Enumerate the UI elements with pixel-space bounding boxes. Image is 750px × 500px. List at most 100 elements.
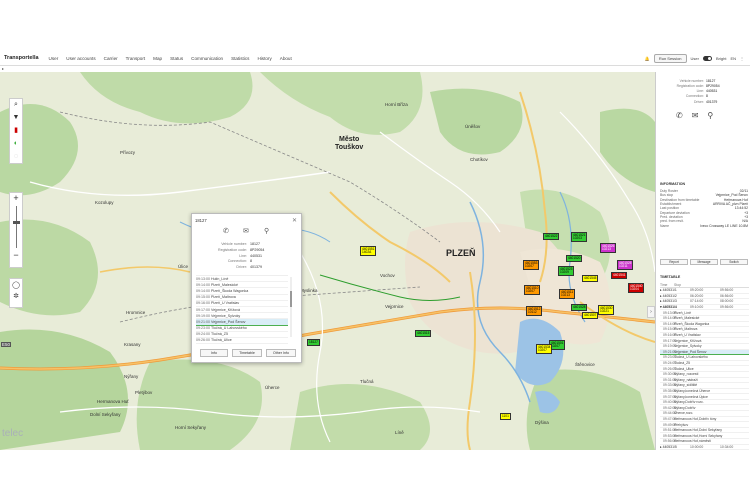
nav-item-user-accounts[interactable]: User accounts xyxy=(66,56,95,61)
locate-icon[interactable]: ◯ xyxy=(12,281,20,289)
popup-scrollbar[interactable] xyxy=(290,277,292,337)
town-label: Líně xyxy=(395,430,404,435)
phone-icon[interactable]: ✆ xyxy=(676,111,683,120)
vehicle-marker[interactable]: 4401510 10207 xyxy=(524,285,541,295)
location-pin-icon[interactable]: ⚲ xyxy=(264,227,269,235)
nav-item-statistics[interactable]: Statistics xyxy=(231,56,249,61)
tt-col-a: 09:42:00 xyxy=(663,405,677,410)
compass-icon[interactable]: ✲ xyxy=(13,292,19,300)
popup-field-label: Driver: xyxy=(236,265,247,270)
vehicle-marker[interactable]: 4401522 xyxy=(543,233,560,240)
timetable-heading: TIMETABLE xyxy=(660,275,681,279)
bell-icon[interactable]: 🔔 xyxy=(645,56,650,61)
report-button[interactable]: Report xyxy=(660,259,688,265)
run-session-button[interactable]: Run Session xyxy=(653,54,687,63)
popup-timetable-button[interactable]: Timetable xyxy=(232,349,262,357)
header-stop: Stop xyxy=(674,283,681,287)
theme-toggle[interactable] xyxy=(702,56,712,61)
switch-button[interactable]: Switch xyxy=(720,259,748,265)
search-icon[interactable]: ⌕ xyxy=(14,101,18,109)
vehicle-marker[interactable]: 4401511 10213 xyxy=(559,289,576,299)
tt-col-a: 09:23:00 xyxy=(663,355,677,360)
vehicle-marker[interactable]: 4401515 xyxy=(415,330,432,337)
panel-collapse-handle[interactable]: › xyxy=(647,306,655,318)
stop-time: 09:14:00 xyxy=(196,288,210,293)
vehicle-marker[interactable]: 4401520 xyxy=(566,255,583,262)
popup-field-row: Registration code: 8P29054 xyxy=(192,248,303,252)
popup-stop-row[interactable]: 09:26:00 Tlučná_Ulice xyxy=(196,338,288,344)
tt-col-b: Nýřany,Dobřív rozc. xyxy=(674,400,704,405)
theme-label: Bright xyxy=(715,56,727,61)
nav-item-about[interactable]: About xyxy=(280,56,292,61)
tt-col-a: 09:24:00 xyxy=(663,361,677,366)
tt-col-a: 09:31:00 xyxy=(663,377,677,382)
selected-vehicle-marker[interactable]: 18127 xyxy=(307,339,320,346)
stop-name: Plzeň_U Vratislav xyxy=(211,301,240,306)
vehicle-marker[interactable]: 4401521 10203 xyxy=(571,232,588,242)
popup-info-button[interactable]: Info xyxy=(200,349,228,357)
user-label[interactable]: User xyxy=(691,56,699,61)
tt-col-a: 09:51:00 xyxy=(663,428,677,433)
popup-other-info-button[interactable]: Other Info xyxy=(266,349,296,357)
mail-icon[interactable]: ✉ xyxy=(243,227,249,235)
pin-icon[interactable]: ◌ xyxy=(14,153,18,161)
language-flag[interactable]: EN xyxy=(730,56,736,61)
stop-name: Tlučná_Ulice xyxy=(211,338,232,343)
vehicle-marker[interactable]: 1101 xyxy=(500,413,511,420)
vehicle-marker[interactable]: 4401512 10112 xyxy=(526,306,543,316)
vehicle-marker[interactable]: 4401530 10221 xyxy=(598,305,615,315)
zoom-slider-handle[interactable] xyxy=(12,221,20,224)
nav-item-map[interactable]: Map xyxy=(153,56,162,61)
vehicle-marker[interactable]: 4401507 xyxy=(582,312,599,319)
town-label: Vochov xyxy=(380,273,395,278)
vehicle-field-label: Driver: xyxy=(694,99,704,104)
nav-item-status[interactable]: Status xyxy=(170,56,183,61)
tt-col-b: Tlučná_Ulice xyxy=(674,366,694,371)
zoom-out-button[interactable]: − xyxy=(13,250,18,261)
mail-icon[interactable]: ✉ xyxy=(692,111,699,120)
tt-col-b: 07:14:00 xyxy=(690,299,704,304)
vehicle-marker[interactable]: 4401541 xyxy=(611,272,628,279)
zoom-slider[interactable] xyxy=(12,206,20,248)
popup-stop-list[interactable]: 09:13:00 Hulín_Líně 09:14:00 Plzeň_Malesick… xyxy=(196,275,288,344)
phone-icon[interactable]: ✆ xyxy=(223,227,229,235)
map-view[interactable]: ⌕ ▼ ▮ ◐ ◌ + − ◯ ✲ Přívozy Kozolupy Úlice Hr… xyxy=(0,72,655,450)
vehicle-marker[interactable]: 4401540 10204 xyxy=(628,283,645,293)
close-icon[interactable]: ✕ xyxy=(292,217,297,224)
tt-col-a: 09:56:00 xyxy=(663,439,677,444)
nav-item-user[interactable]: User xyxy=(49,56,59,61)
vehicle-marker[interactable]: 4401528 xyxy=(571,304,588,311)
popup-field-value: 440531 xyxy=(250,253,262,258)
tt-col-a: 09:53:00 xyxy=(663,433,677,438)
zoom-in-button[interactable]: + xyxy=(13,193,18,204)
town-label: Hromnice xyxy=(126,310,146,315)
vehicle-marker[interactable]: 4401523 10209 xyxy=(558,266,575,276)
nav-item-carrier[interactable]: Carrier xyxy=(104,56,118,61)
nav-item-history[interactable]: History xyxy=(257,56,271,61)
layers-icon[interactable]: ◐ xyxy=(14,140,18,148)
more-icon[interactable]: ⋮ xyxy=(740,56,744,61)
vehicle-marker[interactable]: 4401525 10211 xyxy=(617,260,634,270)
stop-time: 09:26:00 xyxy=(196,338,210,343)
timetable-connection-row[interactable]: ▸ 440531/5 10:00:00 10:34:00 xyxy=(660,445,749,450)
tt-col-a: 09:16:00 xyxy=(663,333,677,338)
nav-item-transport[interactable]: Transport xyxy=(126,56,146,61)
vehicle-marker[interactable]: 4401534 10207 xyxy=(536,344,553,354)
message-button[interactable]: Message xyxy=(690,259,718,265)
vehicle-marker[interactable]: 4401551 1402A xyxy=(360,246,377,256)
vehicle-field-row: Vehicle number: 18127 xyxy=(656,78,750,83)
town-label: Dolní Sekyřany xyxy=(90,412,121,417)
location-pin-icon[interactable]: ⚲ xyxy=(707,111,713,120)
tt-col-b: Heřmanova Huť,Dobřív tóny xyxy=(674,416,717,421)
vehicle-marker[interactable]: 4401553 10207 xyxy=(523,260,540,270)
filter-icon[interactable]: ▼ xyxy=(13,114,20,122)
stop-name: Plzeň_Malesické xyxy=(211,282,238,287)
tt-col-b: Vejprnice_Pod Šenov xyxy=(674,349,707,354)
nav-item-communication[interactable]: Communication xyxy=(191,56,223,61)
vehicle-marker[interactable]: 4401526 10213 xyxy=(600,243,617,253)
stop-time: 09:15:00 xyxy=(196,295,210,300)
tt-col-c: 06:56:00 xyxy=(720,293,734,298)
tt-col-b: Heřmanova Huť,náměstí xyxy=(674,439,712,444)
vehicle-marker[interactable]: 4401545 xyxy=(582,275,599,282)
traffic-light-icon[interactable]: ▮ xyxy=(14,127,18,135)
